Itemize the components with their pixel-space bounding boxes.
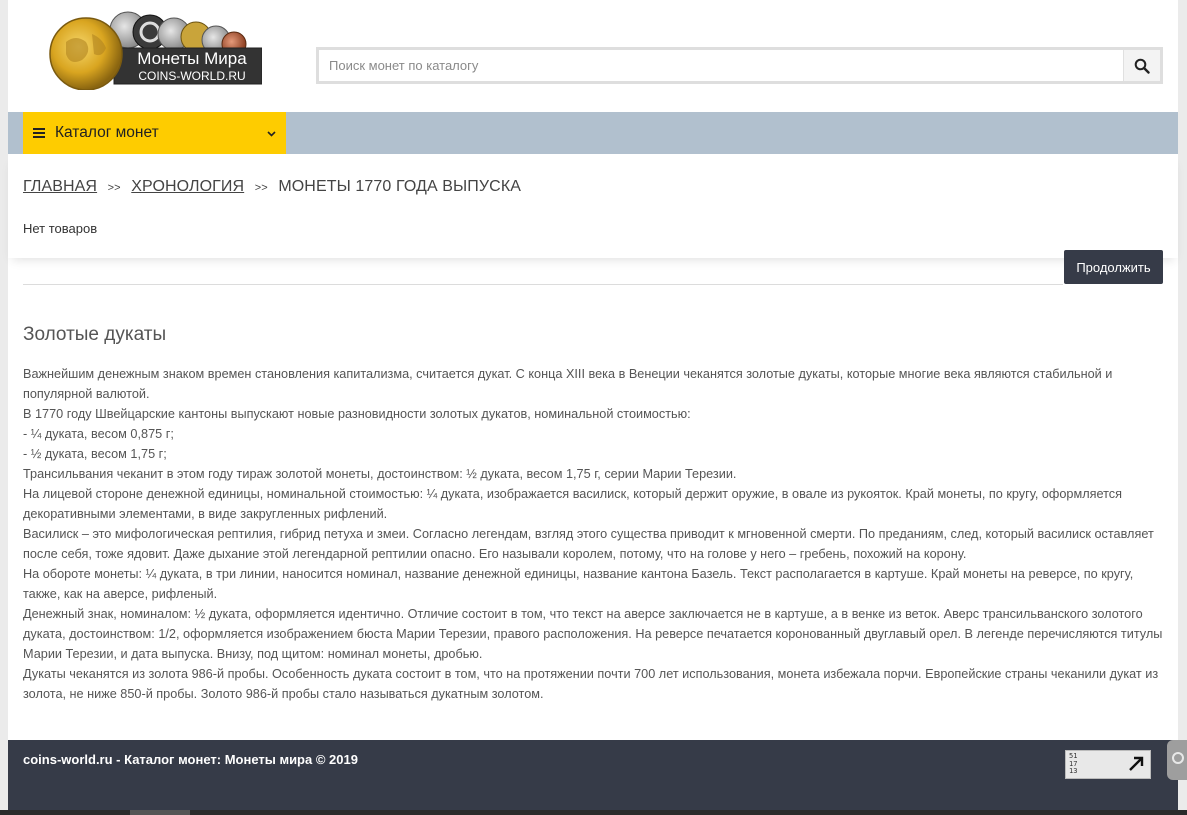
breadcrumb-separator: >>: [107, 182, 121, 194]
continue-button[interactable]: Продолжить: [1064, 250, 1163, 284]
counter-values: 51 17 13: [1069, 752, 1078, 776]
visit-counter-badge[interactable]: 51 17 13: [1065, 750, 1151, 779]
search-bar: [316, 47, 1163, 84]
bottom-taskbar-strip: [0, 810, 1187, 815]
search-input[interactable]: [319, 50, 1123, 81]
article-paragraph: Трансильвания чеканит в этом году тираж …: [23, 467, 737, 481]
article-paragraph: - ½ дуката, весом 1,75 г;: [23, 447, 167, 461]
article-paragraph: Василиск – это мифологическая рептилия, …: [23, 527, 1154, 561]
article-paragraph: Дукаты чеканятся из золота 986-й пробы. …: [23, 667, 1159, 701]
article-paragraph: На лицевой стороне денежной единицы, ном…: [23, 487, 1122, 521]
breadcrumb-separator: >>: [254, 182, 268, 194]
site-logo[interactable]: Монеты Мира COINS-WORLD.RU: [44, 4, 263, 91]
article-paragraph: Денежный знак, номиналом: ½ дуката, офор…: [23, 607, 1163, 661]
logo-subtitle: COINS-WORLD.RU: [138, 69, 245, 83]
no-products-message: Нет товаров: [23, 221, 98, 236]
main-navbar: Каталог монет: [8, 112, 1178, 154]
catalog-menu-label: Каталог монет: [55, 124, 159, 141]
breadcrumb: ГЛАВНАЯ >> ХРОНОЛОГИЯ >> МОНЕТЫ 1770 ГОД…: [23, 178, 521, 196]
article-text: Важнейшим денежным знаком времен становл…: [23, 364, 1163, 704]
search-button[interactable]: [1123, 50, 1160, 81]
page: Монеты Мира COINS-WORLD.RU Каталог монет…: [8, 0, 1178, 815]
hamburger-icon: [33, 126, 45, 140]
article-paragraph: Важнейшим денежным знаком времен становл…: [23, 367, 1113, 401]
article-paragraph: В 1770 году Швейцарские кантоны выпускаю…: [23, 407, 691, 421]
footer: coins-world.ru - Каталог монет: Монеты м…: [8, 740, 1178, 810]
side-widget-tab[interactable]: [1167, 740, 1187, 780]
cart-card-shadow: [8, 154, 1178, 258]
footer-copyright: coins-world.ru - Каталог монет: Монеты м…: [23, 752, 358, 767]
divider: [23, 284, 1063, 285]
section-title: Золотые дукаты: [23, 324, 167, 345]
catalog-menu-button[interactable]: Каталог монет: [23, 112, 286, 154]
widget-icon: [1172, 752, 1184, 764]
logo-title: Монеты Мира: [137, 49, 247, 68]
breadcrumb-current: МОНЕТЫ 1770 ГОДА ВЫПУСКА: [278, 178, 522, 195]
chevron-down-icon: [267, 126, 276, 140]
logo-image: Монеты Мира COINS-WORLD.RU: [49, 11, 263, 91]
breadcrumb-chronology-link[interactable]: ХРОНОЛОГИЯ: [131, 178, 244, 195]
article-paragraph: На обороте монеты: ¼ дуката, в три линии…: [23, 567, 1134, 601]
article-paragraph: - ¼ дуката, весом 0,875 г;: [23, 427, 174, 441]
counter-line: 13: [1069, 767, 1078, 775]
breadcrumb-home-link[interactable]: ГЛАВНАЯ: [23, 178, 97, 195]
taskbar-tab[interactable]: [130, 810, 190, 815]
arrow-up-right-icon: [1129, 756, 1144, 771]
search-icon: [1134, 58, 1150, 74]
